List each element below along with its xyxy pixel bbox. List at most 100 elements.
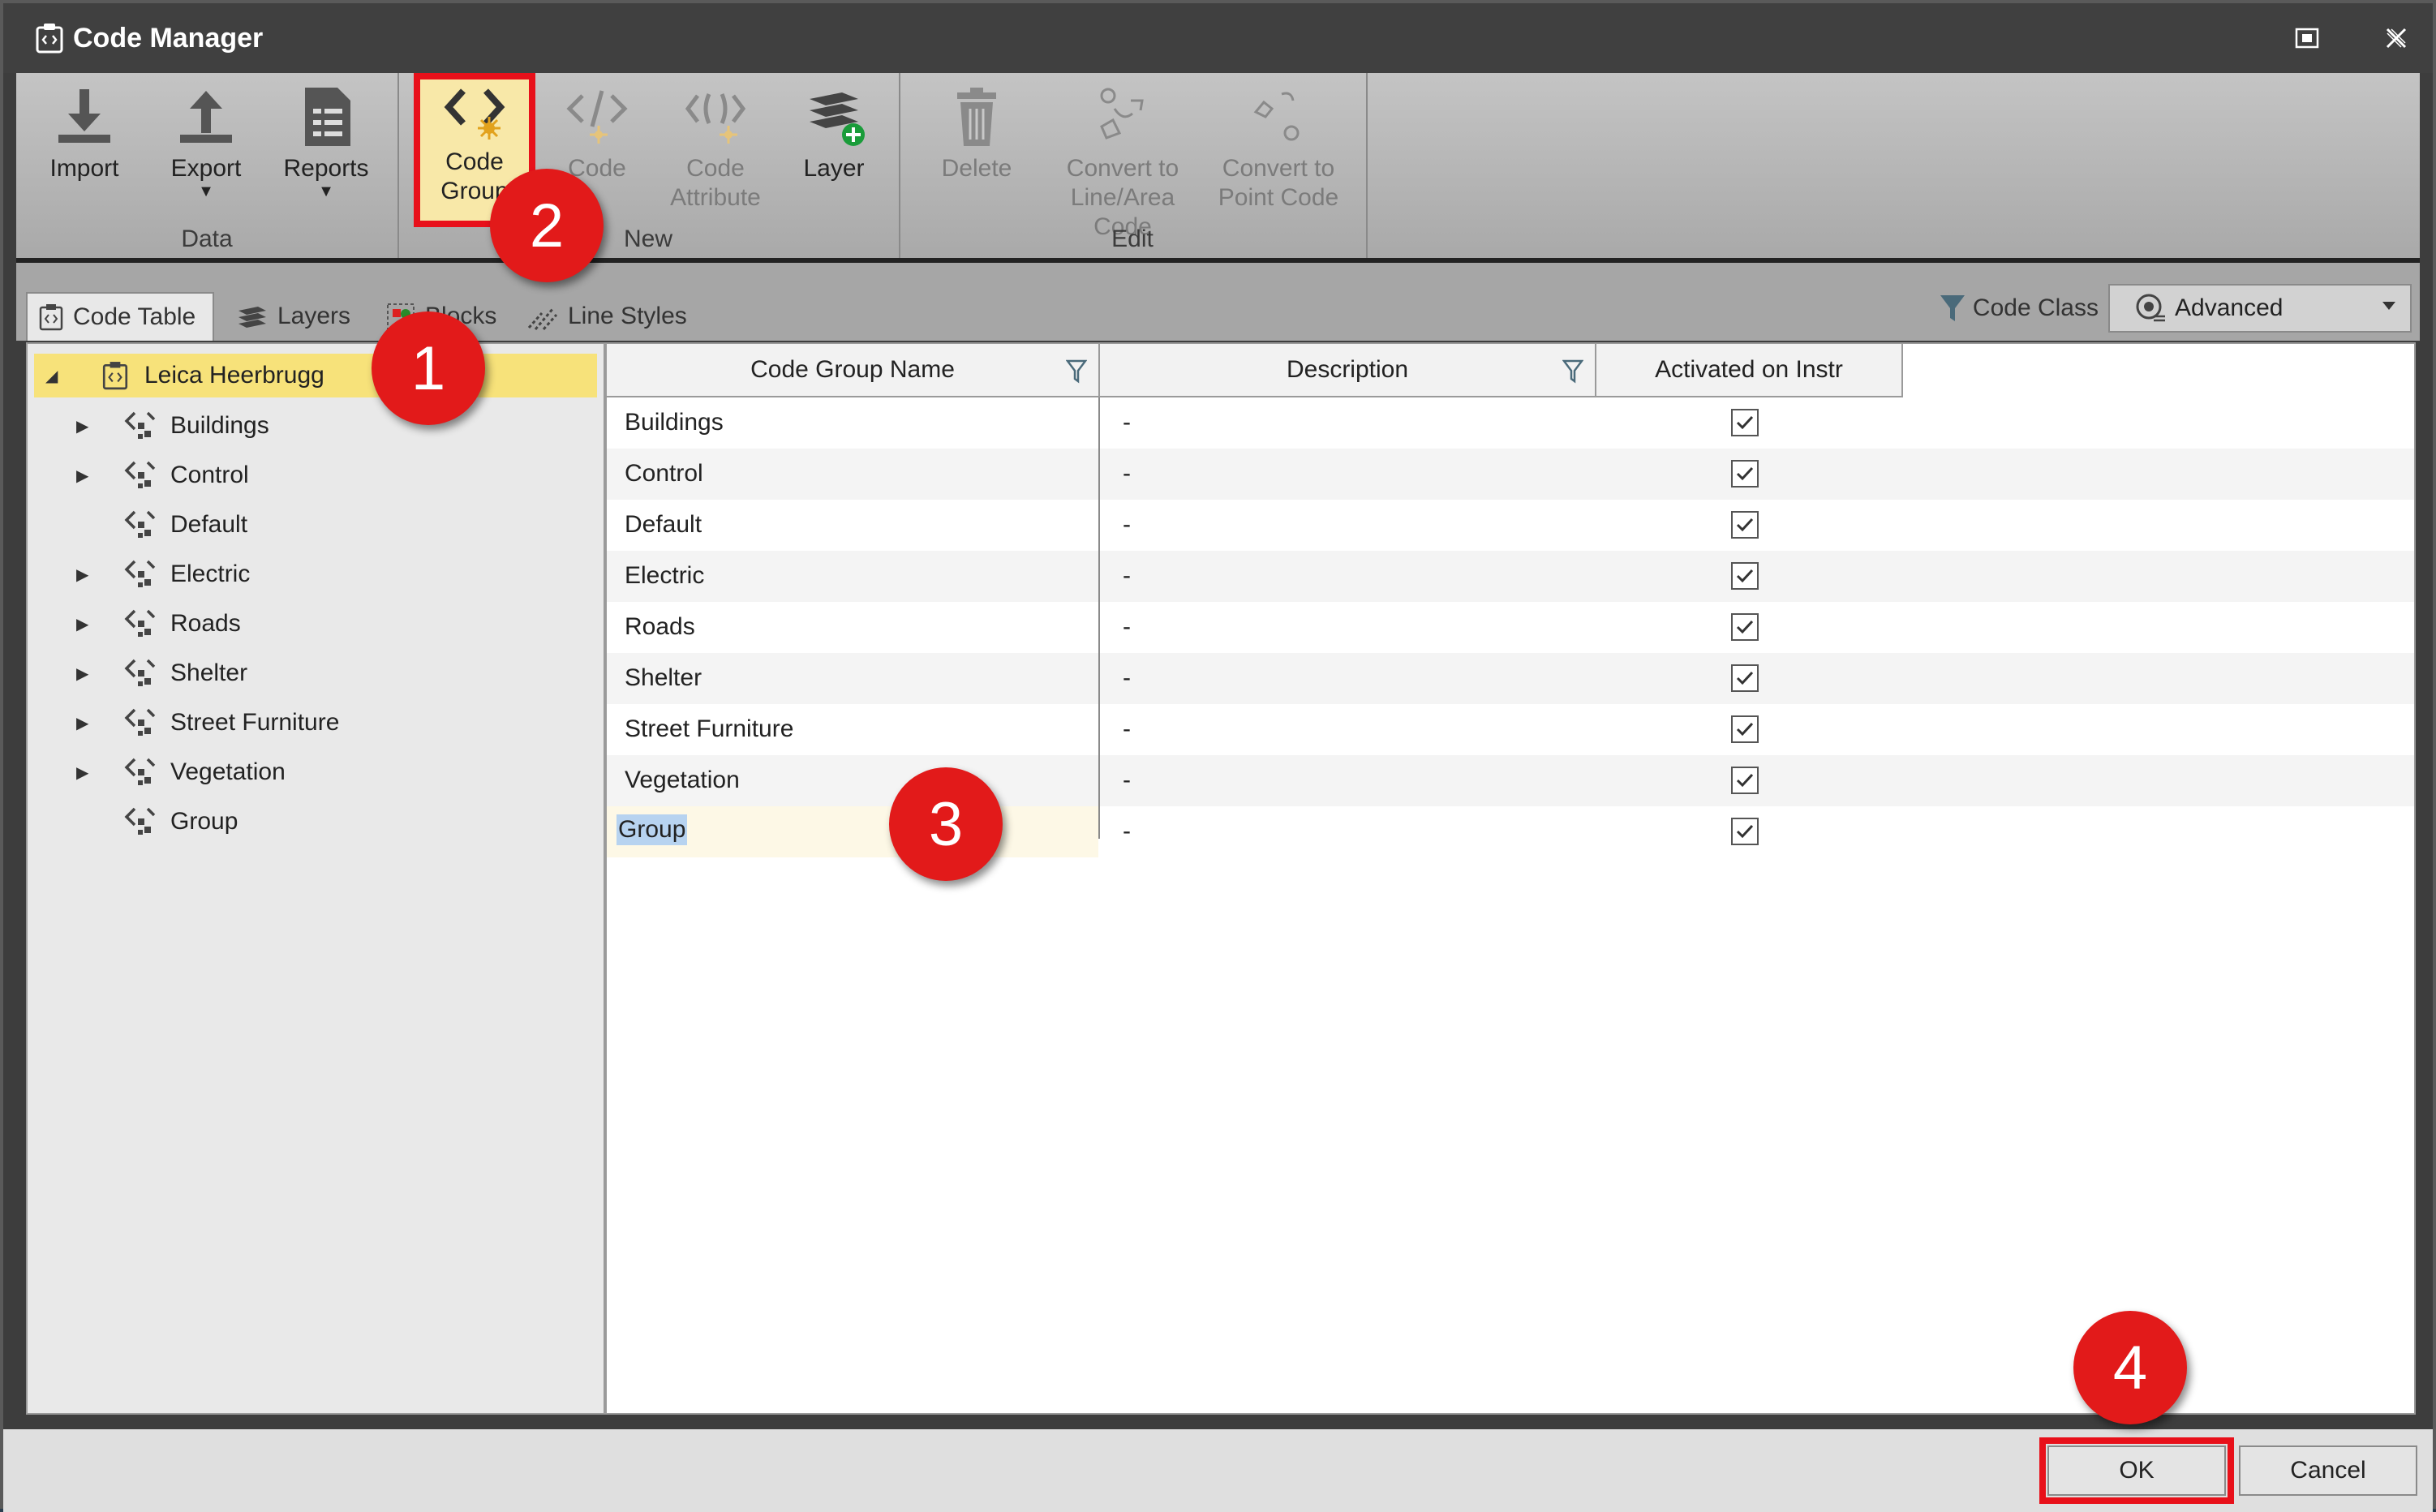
delete-button[interactable]: Delete [920, 84, 1033, 183]
convert-to-line-area-code-button[interactable]: Convert to Line/Area Code [1045, 84, 1201, 242]
checkmark-icon [1736, 466, 1754, 481]
restore-button[interactable] [2287, 18, 2327, 58]
code-button[interactable]: Code [540, 84, 654, 183]
import-icon [58, 89, 110, 143]
code-group-icon [124, 659, 156, 686]
filter-icon[interactable] [1066, 359, 1087, 384]
activated-checkbox[interactable] [1731, 562, 1759, 590]
cell-description: - [1123, 460, 1131, 487]
code-icon [566, 90, 628, 144]
code-group-icon [124, 560, 156, 587]
cell-description: - [1123, 664, 1131, 691]
activated-checkbox[interactable] [1731, 818, 1759, 845]
tree-item-roads[interactable]: ▶ Roads [28, 602, 604, 646]
checkmark-icon [1736, 773, 1754, 788]
activated-checkbox[interactable] [1731, 664, 1759, 692]
tree-item-label: Buildings [170, 412, 269, 439]
tree-item-buildings[interactable]: ▶ Buildings [28, 404, 604, 448]
checkmark-icon [1736, 415, 1754, 430]
code-attribute-button[interactable]: Code Attribute [659, 84, 772, 213]
name-edit-field[interactable]: Group [607, 806, 1098, 857]
line-styles-icon [527, 307, 558, 330]
activated-checkbox[interactable] [1731, 409, 1759, 436]
cell-description: - [1123, 613, 1131, 640]
convert-to-point-code-button[interactable]: Convert to Point Code [1209, 84, 1348, 213]
tree-item-group[interactable]: Group [28, 800, 604, 844]
ribbon: Import Export ▼ Reports ▼ Data Code Grou… [16, 73, 2420, 263]
activated-checkbox[interactable] [1731, 715, 1759, 743]
import-button[interactable]: Import [28, 84, 141, 183]
ribbon-group-label-edit: Edit [1111, 226, 1154, 252]
code-group-icon [124, 609, 156, 637]
tab-layers[interactable]: Layers [226, 292, 362, 341]
expand-icon: ▶ [76, 565, 89, 584]
ok-button[interactable]: OK [2039, 1437, 2234, 1504]
activated-checkbox[interactable] [1731, 511, 1759, 539]
table-row[interactable]: Vegetation - [607, 755, 2414, 806]
trash-icon [957, 88, 996, 146]
tab-code-table[interactable]: Code Table [26, 292, 214, 341]
column-header-activated[interactable]: Activated on Instr [1596, 344, 1903, 397]
table-row[interactable]: Street Furniture - [607, 704, 2414, 755]
callout-2: 2 [490, 169, 604, 282]
tree-item-root[interactable]: ◢ Leica Heerbrugg [34, 354, 597, 397]
activated-checkbox[interactable] [1731, 613, 1759, 641]
title-bar: Code Manager [3, 3, 2433, 73]
convert-point-label: Convert to Point Code [1218, 155, 1339, 211]
cancel-button[interactable]: Cancel [2239, 1445, 2417, 1496]
code-table-icon [102, 362, 128, 390]
table-row[interactable]: Default - [607, 500, 2414, 551]
code-manager-window: Code Manager Import Export ▼ Reports ▼ D… [0, 0, 2436, 1512]
tree-item-default[interactable]: Default [28, 503, 604, 547]
table-row[interactable]: Electric - [607, 551, 2414, 602]
tree-item-street-furniture[interactable]: ▶ Street Furniture [28, 701, 604, 745]
layer-button[interactable]: Layer [777, 84, 891, 183]
tab-line-styles[interactable]: Line Styles [514, 292, 698, 341]
cell-name: Shelter [625, 664, 702, 691]
column-header-label: Description [1286, 356, 1409, 383]
tab-code-table-label: Code Table [73, 303, 196, 330]
cell-description: - [1123, 818, 1131, 844]
code-group-icon [124, 411, 156, 439]
cell-name: Electric [625, 562, 705, 589]
tree-item-label: Default [170, 511, 248, 538]
tree-item-control[interactable]: ▶ Control [28, 453, 604, 497]
column-header-label: Code Group Name [750, 356, 955, 383]
dialog-footer: OK Cancel [3, 1429, 2433, 1512]
filter-icon[interactable] [1562, 359, 1583, 384]
callout-3: 3 [889, 767, 1003, 881]
advanced-icon [2136, 294, 2165, 322]
table-row[interactable]: Buildings - [607, 397, 2414, 449]
activated-checkbox[interactable] [1731, 767, 1759, 794]
activated-checkbox[interactable] [1731, 460, 1759, 488]
table-row[interactable]: Roads - [607, 602, 2414, 653]
reports-button[interactable]: Reports ▼ [269, 84, 383, 200]
code-group-icon [124, 510, 156, 538]
checkmark-icon [1736, 569, 1754, 583]
collapse-icon: ◢ [45, 367, 58, 385]
expand-icon: ▶ [76, 664, 89, 683]
expand-icon: ▶ [76, 763, 89, 782]
ribbon-group-data: Import Export ▼ Reports ▼ Data [16, 73, 399, 258]
tree-item-shelter[interactable]: ▶ Shelter [28, 651, 604, 695]
code-tree: ◢ Leica Heerbrugg ▶ Buildings ▶ Control … [26, 342, 605, 1415]
tree-item-vegetation[interactable]: ▶ Vegetation [28, 750, 604, 794]
column-header-code-group-name[interactable]: Code Group Name [607, 344, 1100, 397]
tab-line-styles-label: Line Styles [568, 303, 687, 329]
table-row-editing[interactable]: Group - [607, 806, 2414, 857]
code-group-icon [124, 708, 156, 736]
table-row[interactable]: Shelter - [607, 653, 2414, 704]
column-header-description[interactable]: Description [1100, 344, 1596, 397]
callout-1: 1 [372, 311, 485, 425]
cell-name: Buildings [625, 409, 724, 436]
import-label: Import [49, 155, 119, 182]
export-button[interactable]: Export ▼ [149, 84, 263, 200]
cell-description: - [1123, 409, 1131, 436]
tree-item-electric[interactable]: ▶ Electric [28, 552, 604, 596]
code-class-dropdown[interactable]: Advanced [2108, 284, 2412, 333]
checkmark-icon [1736, 824, 1754, 839]
close-button[interactable] [2376, 18, 2417, 58]
code-class-label: Code Class [1972, 294, 2099, 321]
table-row[interactable]: Control - [607, 449, 2414, 500]
cell-name: Vegetation [625, 767, 740, 793]
